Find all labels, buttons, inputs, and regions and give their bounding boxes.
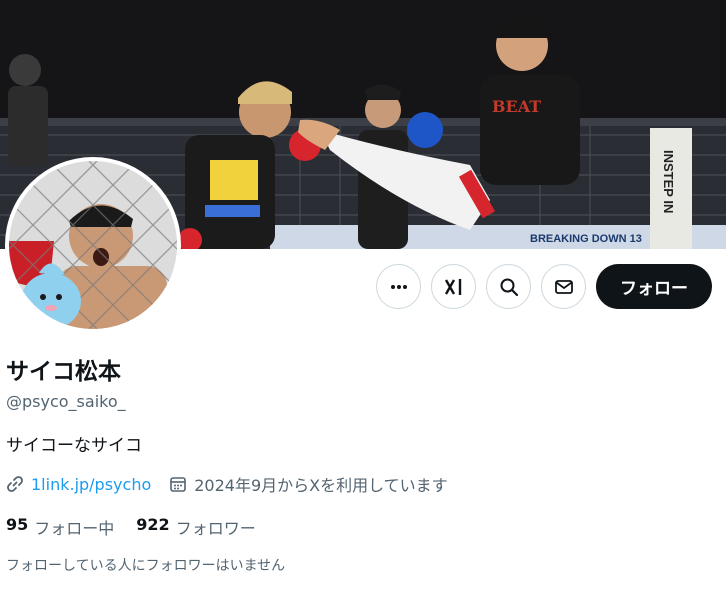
message-button[interactable] [541, 264, 586, 309]
profile-link[interactable]: 1link.jp/psycho [31, 475, 151, 494]
grok-icon [444, 278, 461, 295]
following-count: 95 [6, 515, 29, 534]
follow-button[interactable]: フォロー [596, 264, 712, 309]
search-icon [500, 278, 518, 296]
banner-ring-text: BREAKING DOWN 13 [530, 233, 642, 245]
user-handle: @psyco_saiko_ [6, 392, 126, 411]
more-button[interactable] [376, 264, 421, 309]
joined-date-item: 2024年9月からXを利用しています [169, 472, 448, 496]
svg-text:BEAT: BEAT [492, 97, 541, 116]
more-icon [390, 284, 407, 289]
user-bio: サイコーなサイコ [6, 436, 142, 456]
mail-icon [554, 279, 573, 294]
follow-stats: 95 フォロー中 922 フォロワー [6, 515, 256, 539]
following-label: フォロー中 [34, 519, 115, 538]
followers-you-know-note: フォローしている人にフォロワーはいません [6, 558, 286, 574]
profile-actions: フォロー [376, 264, 712, 309]
profile-meta: 1link.jp/psycho 2024年9月からXを利用しています [6, 472, 448, 496]
link-icon [7, 476, 23, 492]
grok-button[interactable] [431, 264, 476, 309]
following-stat[interactable]: 95 フォロー中 [6, 515, 114, 539]
profile-link-item: 1link.jp/psycho [6, 475, 151, 494]
display-name: サイコ松本 [6, 359, 121, 385]
search-button[interactable] [486, 264, 531, 309]
followers-count: 922 [136, 515, 170, 534]
calendar-icon [170, 477, 187, 492]
banner-sign-text: INSTEP IN [661, 150, 676, 213]
avatar-image [9, 161, 177, 329]
avatar[interactable] [5, 157, 181, 333]
joined-date: 2024年9月からXを利用しています [194, 476, 448, 495]
followers-label: フォロワー [175, 519, 256, 538]
followers-stat[interactable]: 922 フォロワー [136, 515, 255, 539]
